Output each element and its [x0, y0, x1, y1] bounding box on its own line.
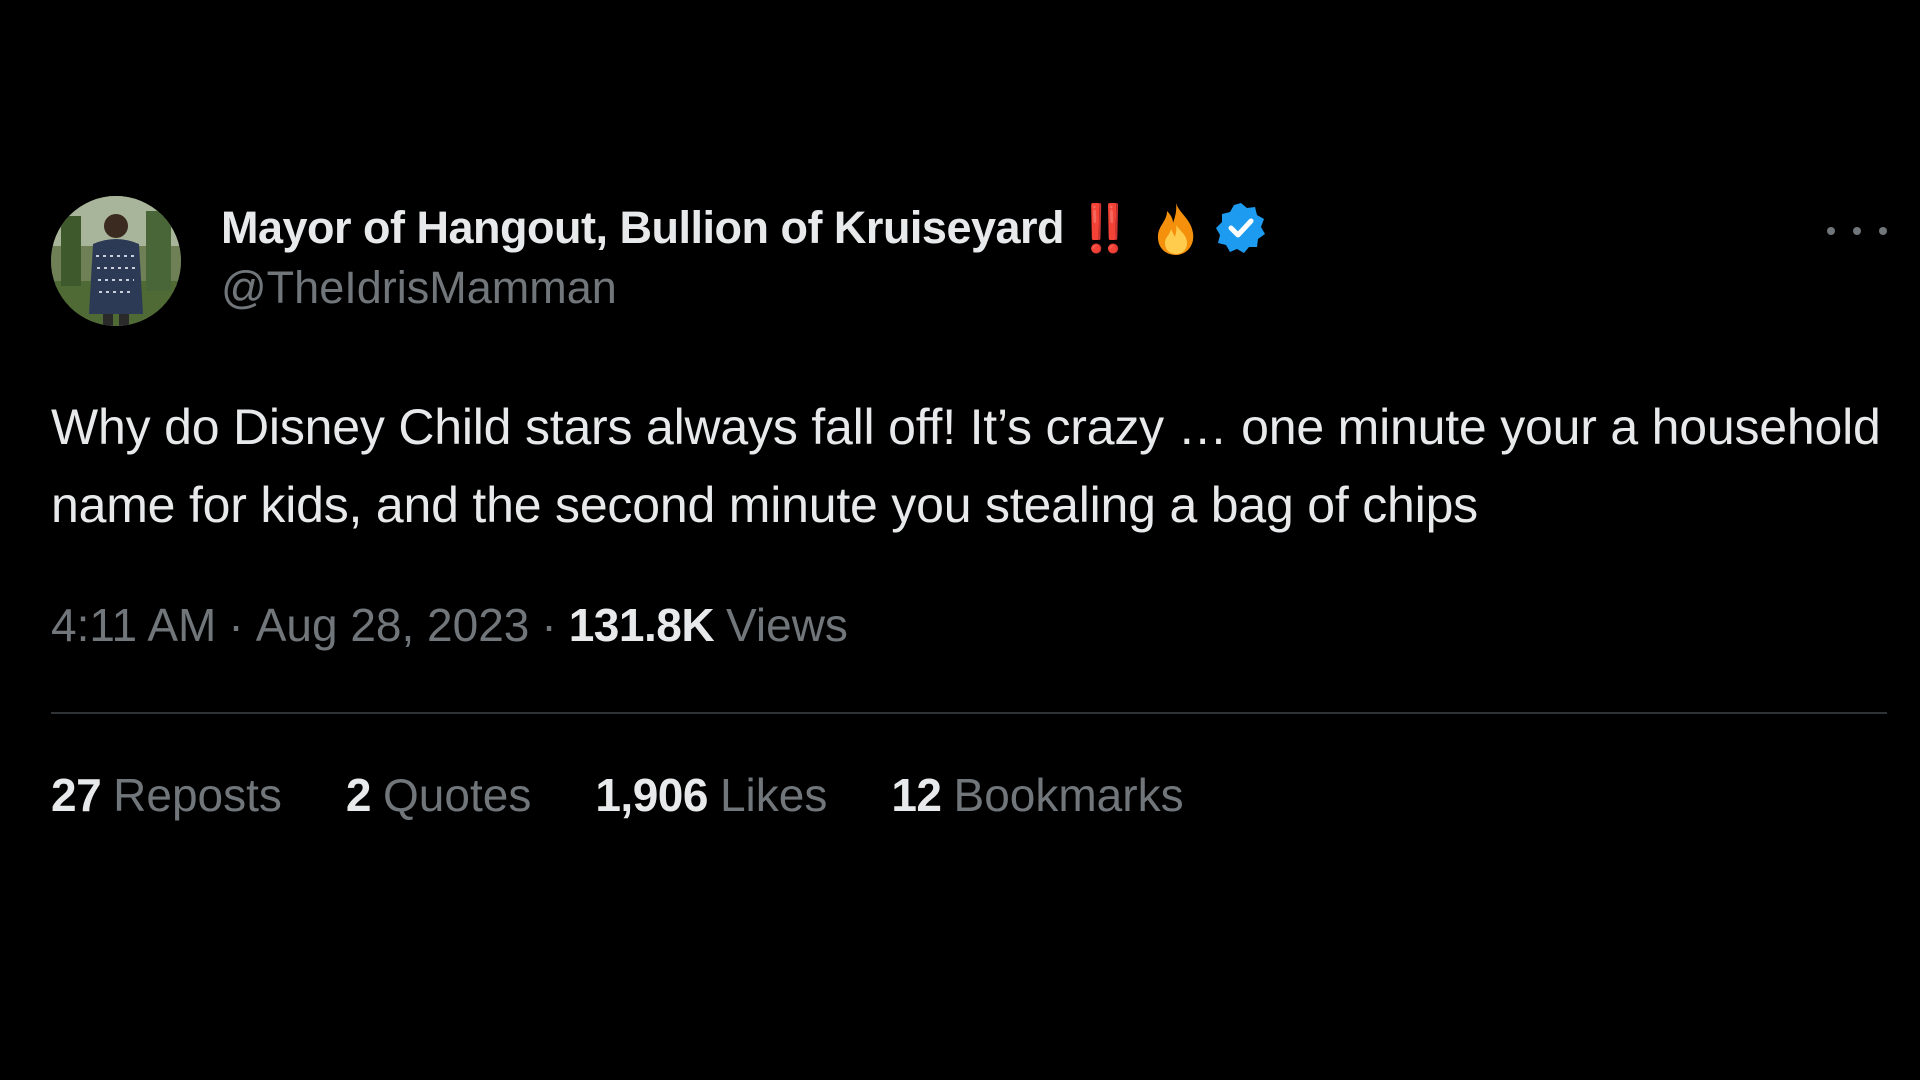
avatar-image: [51, 196, 181, 326]
display-name[interactable]: Mayor of Hangout, Bullion of Kruiseyard: [221, 202, 1065, 254]
stat-bookmarks[interactable]: 12 Bookmarks: [891, 768, 1183, 822]
stat-count: 12: [891, 769, 942, 821]
fire-emoji-icon: [1158, 203, 1194, 255]
author-info: Mayor of Hangout, Bullion of Kruiseyard …: [221, 200, 1269, 314]
meta-separator: ·: [228, 599, 244, 651]
handle[interactable]: @TheIdrisMamman: [221, 262, 1269, 314]
avatar[interactable]: [51, 196, 181, 326]
tweet-card: Mayor of Hangout, Bullion of Kruiseyard …: [51, 190, 1887, 822]
verified-badge-icon[interactable]: [1213, 200, 1269, 256]
more-dot: [1827, 227, 1835, 235]
stat-quotes[interactable]: 2 Quotes: [346, 768, 531, 822]
stat-count: 27: [51, 769, 102, 821]
meta-separator: ·: [541, 599, 557, 651]
tweet-text: Why do Disney Child stars always fall of…: [51, 399, 1881, 533]
views-label[interactable]: Views: [726, 598, 848, 652]
tweet-date[interactable]: Aug 28, 2023: [256, 598, 530, 652]
display-name-row: Mayor of Hangout, Bullion of Kruiseyard …: [221, 200, 1269, 256]
more-dot: [1853, 227, 1861, 235]
more-dot: [1879, 227, 1887, 235]
tweet-meta: 4:11 AM · Aug 28, 2023 · 131.8K Views: [51, 598, 1887, 652]
tweet-header: Mayor of Hangout, Bullion of Kruiseyard …: [51, 190, 1887, 326]
stat-label: Quotes: [383, 769, 532, 821]
tweet-time[interactable]: 4:11 AM: [51, 598, 216, 652]
stat-label: Likes: [719, 769, 828, 821]
stat-label: Reposts: [113, 769, 282, 821]
views-count[interactable]: 131.8K: [569, 598, 715, 652]
divider: [51, 712, 1887, 714]
more-horizontal-icon[interactable]: [1827, 216, 1887, 246]
stat-likes[interactable]: 1,906 Likes: [595, 768, 827, 822]
stat-count: 1,906: [595, 769, 708, 821]
engagement-stats: 27 Reposts 2 Quotes 1,906 Likes 12 Bookmarks: [51, 768, 1887, 822]
stat-count: 2: [345, 769, 372, 821]
double-exclamation-emoji: ‼️: [1076, 201, 1133, 254]
stat-label: Bookmarks: [953, 769, 1184, 821]
stat-reposts[interactable]: 27 Reposts: [51, 768, 282, 822]
